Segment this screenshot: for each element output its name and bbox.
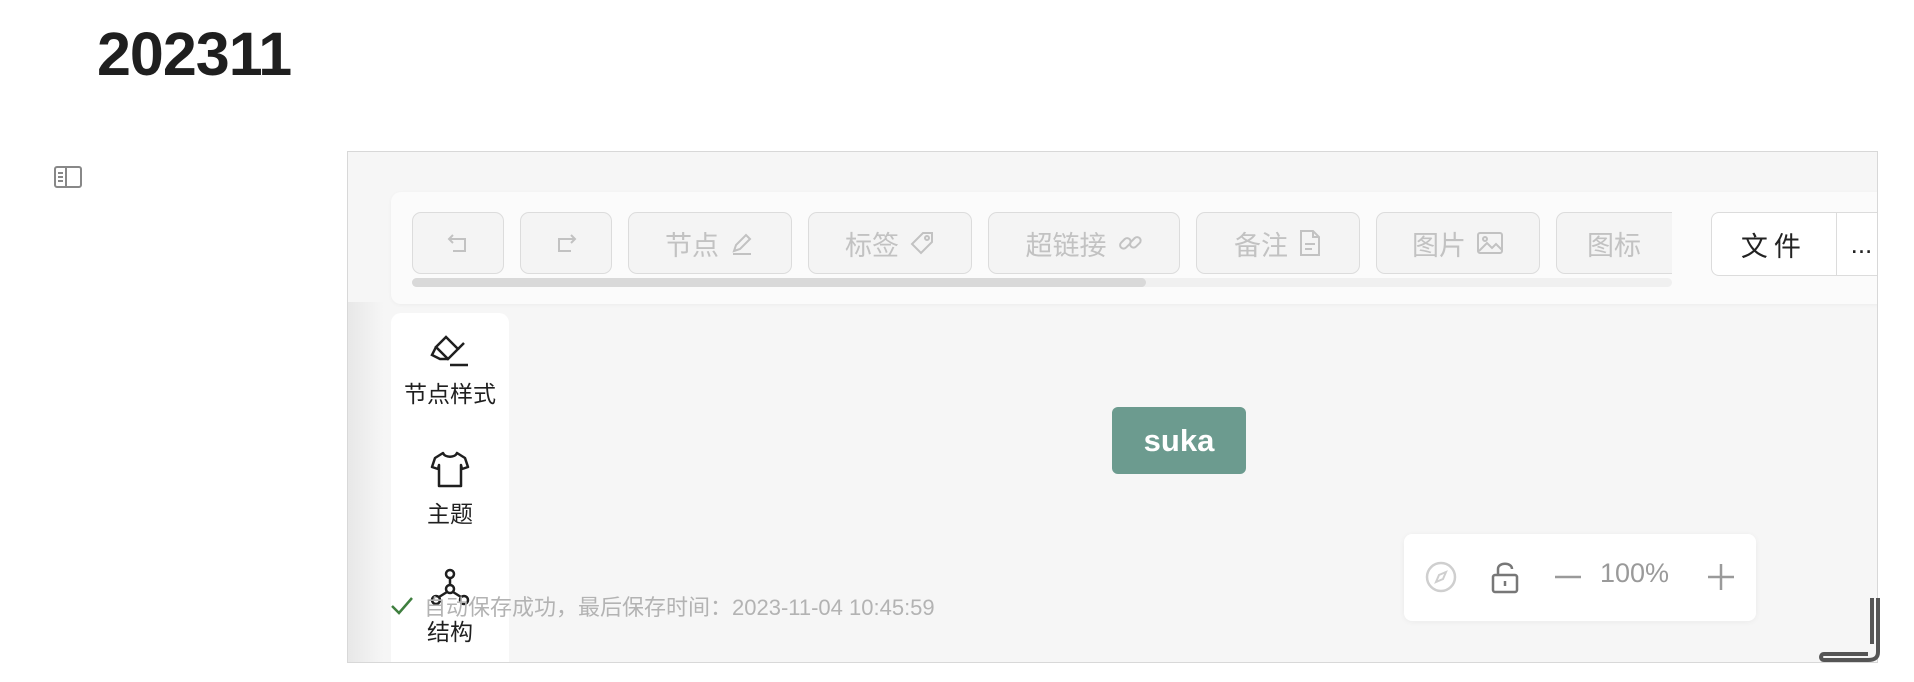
toolbar-scrollbar[interactable] — [412, 278, 1672, 287]
tag-icon — [910, 232, 933, 255]
node-style-button[interactable]: 节点样式 — [391, 331, 509, 431]
theme-label: 主题 — [427, 501, 473, 527]
node-style-label: 节点样式 — [404, 381, 496, 407]
embed-shadow — [348, 302, 384, 662]
note-button[interactable]: 备注 — [1196, 212, 1360, 274]
tag-button[interactable]: 标签 — [808, 212, 972, 274]
lock-button[interactable] — [1482, 554, 1528, 600]
minus-icon — [1555, 575, 1581, 579]
node-button-label: 节点 — [665, 230, 719, 261]
image-button[interactable]: 图片 — [1376, 212, 1540, 274]
check-icon — [391, 597, 413, 615]
save-status: 自动保存成功，最后保存时间：2023-11-04 10:45:59 — [390, 588, 935, 624]
save-status-text: 自动保存成功，最后保存时间：2023-11-04 10:45:59 — [424, 595, 935, 620]
navigator-button[interactable] — [1418, 554, 1464, 600]
zoom-in-button[interactable] — [1698, 554, 1744, 600]
zoom-controls: 100% — [1404, 534, 1756, 621]
highlighter-icon — [430, 335, 468, 367]
redo-icon — [558, 234, 577, 252]
outline-toggle-button[interactable] — [53, 165, 83, 189]
toolbar-scrollbar-thumb[interactable] — [412, 278, 1146, 287]
theme-button[interactable]: 主题 — [391, 449, 509, 549]
icon-button[interactable]: 图标 — [1556, 212, 1672, 274]
mindmap-toolbar: 节点 标签 超链接 备注 图片 图标 — [391, 192, 1877, 304]
resize-handle-icon[interactable] — [1818, 596, 1882, 666]
node-button[interactable]: 节点 — [628, 212, 792, 274]
pencil-icon — [732, 233, 752, 255]
mindmap-embed: 节点 标签 超链接 备注 图片 图标 文件 ... 节点样式 主题 结构 suk… — [347, 151, 1878, 663]
tag-button-label: 标签 — [845, 230, 899, 261]
link-icon — [1118, 236, 1142, 250]
unlock-icon — [1491, 562, 1519, 594]
file-menu-group: 文件 ... — [1711, 212, 1877, 276]
plus-icon — [1708, 564, 1734, 590]
undo-icon — [447, 234, 466, 252]
file-button[interactable]: 文件 — [1712, 213, 1837, 275]
image-button-label: 图片 — [1412, 230, 1466, 261]
sidebar-toggle-icon — [54, 166, 82, 188]
note-button-label: 备注 — [1234, 230, 1288, 261]
hyperlink-button-label: 超链接 — [1025, 230, 1107, 261]
document-icon — [1300, 230, 1320, 256]
zoom-level: 100% — [1600, 558, 1670, 588]
toolbar-strip: 节点 标签 超链接 备注 图片 图标 — [412, 212, 1672, 278]
undo-button[interactable] — [412, 212, 504, 274]
page-title: 202311 — [97, 20, 292, 88]
shirt-icon — [430, 451, 470, 488]
root-node[interactable]: suka — [1112, 407, 1246, 474]
compass-icon — [1425, 561, 1457, 593]
zoom-out-button[interactable] — [1545, 554, 1591, 600]
more-button[interactable]: ... — [1837, 213, 1877, 275]
icon-button-label: 图标 — [1587, 230, 1641, 261]
hyperlink-button[interactable]: 超链接 — [988, 212, 1180, 274]
redo-button[interactable] — [520, 212, 612, 274]
image-icon — [1477, 232, 1503, 254]
